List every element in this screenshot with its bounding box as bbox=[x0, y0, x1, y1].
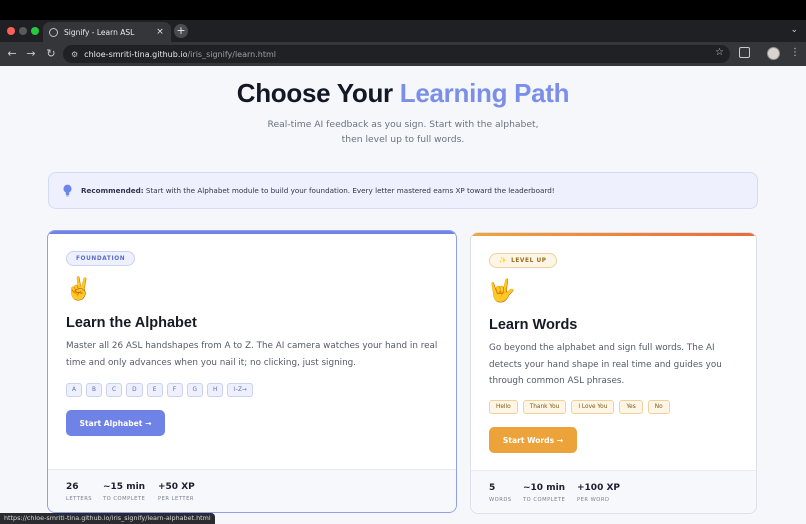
stat-label: PER LETTER bbox=[158, 496, 194, 502]
browser-tab[interactable]: Signify - Learn ASL × bbox=[43, 22, 171, 42]
sparkle-icon: ✨ bbox=[499, 257, 508, 264]
tab-search-icon[interactable]: ⌄ bbox=[790, 25, 798, 35]
card-accent-stripe bbox=[471, 233, 756, 236]
word-chip: Yes bbox=[619, 400, 643, 414]
card-description: Go beyond the alphabet and sign full wor… bbox=[489, 343, 722, 386]
title-plain: Choose Your bbox=[236, 78, 400, 108]
extensions-icon[interactable] bbox=[739, 47, 750, 58]
stat-value: 5 bbox=[489, 483, 496, 493]
card-title: Learn the Alphabet bbox=[66, 315, 197, 331]
letter-chip: H bbox=[207, 383, 224, 397]
start-alphabet-button[interactable]: Start Alphabet → bbox=[66, 410, 165, 436]
tab-strip: Signify - Learn ASL × + ⌄ bbox=[0, 20, 806, 42]
page-content: Choose Your Learning Path Real-time AI f… bbox=[0, 66, 806, 524]
status-bar-url: https://chloe-smriti-tina.github.io/iris… bbox=[0, 513, 215, 524]
stat-label: TO COMPLETE bbox=[103, 496, 146, 502]
word-chips: Hello Thank You I Love You Yes No bbox=[489, 400, 670, 414]
alphabet-card[interactable]: FOUNDATION ✌️ Learn the Alphabet Master … bbox=[47, 230, 457, 513]
word-chip: No bbox=[647, 400, 670, 414]
stat-label: PER WORD bbox=[577, 497, 610, 503]
start-words-button[interactable]: Start Words → bbox=[489, 427, 577, 453]
star-icon[interactable]: ☆ bbox=[715, 47, 724, 58]
card-description: Master all 26 ASL handshapes from A to Z… bbox=[66, 341, 438, 368]
card-stats: 5 WORDS ~10 min TO COMPLETE +100 XP PER … bbox=[471, 470, 756, 513]
word-chip: I Love You bbox=[571, 400, 615, 414]
letter-chip: C bbox=[106, 383, 123, 397]
subtitle-line: Real-time AI feedback as you sign. Start… bbox=[267, 119, 539, 130]
stat-value: ~15 min bbox=[103, 482, 146, 492]
stat-xp: +100 XP PER WORD bbox=[577, 483, 620, 503]
stat-words: 5 WORDS bbox=[489, 483, 512, 503]
site-info-icon[interactable]: ⚙ bbox=[71, 50, 78, 59]
stat-label: WORDS bbox=[489, 497, 512, 503]
reload-icon[interactable]: ↻ bbox=[45, 47, 57, 61]
stat-value: ~10 min bbox=[523, 483, 566, 493]
back-arrow-icon[interactable]: ← bbox=[6, 47, 18, 61]
letter-chip: B bbox=[86, 383, 102, 397]
level-up-badge: ✨ LEVEL UP bbox=[489, 253, 557, 268]
page-title: Choose Your Learning Path bbox=[0, 78, 806, 109]
tab-title: Signify - Learn ASL bbox=[64, 27, 135, 37]
stat-xp: +50 XP PER LETTER bbox=[158, 482, 195, 502]
stat-label: LETTERS bbox=[66, 496, 93, 502]
globe-icon bbox=[49, 27, 58, 37]
letter-chip: A bbox=[66, 383, 82, 397]
card-title: Learn Words bbox=[489, 317, 578, 333]
words-card[interactable]: ✨ LEVEL UP 🤟 Learn Words Go beyond the al… bbox=[470, 232, 757, 514]
forward-arrow-icon[interactable]: → bbox=[25, 47, 37, 61]
word-chip: Thank You bbox=[522, 400, 567, 414]
page-subtitle: Real-time AI feedback as you sign. Start… bbox=[253, 117, 553, 147]
letter-chip: D bbox=[126, 383, 143, 397]
browser-toolbar: ← → ↻ ⚙ chloe-smriti-tina.github.io /iri… bbox=[0, 42, 806, 66]
love-you-hand-icon: 🤟 bbox=[488, 279, 516, 304]
card-stats: 26 LETTERS ~15 min TO COMPLETE +50 XP PE… bbox=[48, 469, 456, 512]
new-tab-button[interactable]: + bbox=[174, 24, 188, 38]
kebab-menu-icon[interactable]: ⋮ bbox=[790, 47, 800, 58]
title-accent: Learning Path bbox=[399, 78, 570, 108]
stat-time: ~10 min TO COMPLETE bbox=[523, 483, 565, 503]
card-accent-stripe bbox=[48, 231, 456, 234]
stat-value: +50 XP bbox=[158, 482, 195, 492]
letter-chips: A B C D E F G H I–Z→ bbox=[66, 383, 253, 397]
letter-chip: G bbox=[186, 383, 204, 397]
minimize-window-button[interactable] bbox=[19, 27, 27, 35]
banner-label: Recommended: bbox=[81, 186, 144, 195]
letter-chip: F bbox=[166, 383, 183, 397]
title-bar bbox=[0, 0, 806, 20]
victory-hand-icon: ✌️ bbox=[65, 277, 93, 302]
stat-letters: 26 LETTERS bbox=[66, 482, 92, 502]
letter-chip: E bbox=[146, 383, 163, 397]
stat-value: 26 bbox=[66, 482, 79, 492]
maximize-window-button[interactable] bbox=[31, 27, 39, 35]
word-chip: Hello bbox=[489, 400, 518, 414]
banner-text: Recommended: Start with the Alphabet mod… bbox=[81, 186, 555, 195]
stat-value: +100 XP bbox=[577, 483, 620, 493]
recommendation-banner: Recommended: Start with the Alphabet mod… bbox=[48, 172, 758, 209]
letter-chip-more: I–Z→ bbox=[227, 383, 253, 397]
url-path: /iris_signify/learn.html bbox=[187, 49, 276, 59]
stat-time: ~15 min TO COMPLETE bbox=[103, 482, 145, 502]
address-bar[interactable]: ⚙ chloe-smriti-tina.github.io /iris_sign… bbox=[63, 45, 730, 63]
lightbulb-icon bbox=[63, 184, 72, 197]
tab-close-icon[interactable]: × bbox=[155, 27, 165, 37]
banner-message: Start with the Alphabet module to build … bbox=[145, 186, 555, 195]
close-window-button[interactable] bbox=[7, 27, 15, 35]
url-host: chloe-smriti-tina.github.io bbox=[84, 49, 188, 59]
badge-label: LEVEL UP bbox=[511, 257, 547, 264]
stat-label: TO COMPLETE bbox=[523, 497, 566, 503]
foundation-badge: FOUNDATION bbox=[66, 251, 136, 266]
subtitle-line: then level up to full words. bbox=[341, 134, 465, 145]
avatar[interactable] bbox=[767, 47, 780, 60]
